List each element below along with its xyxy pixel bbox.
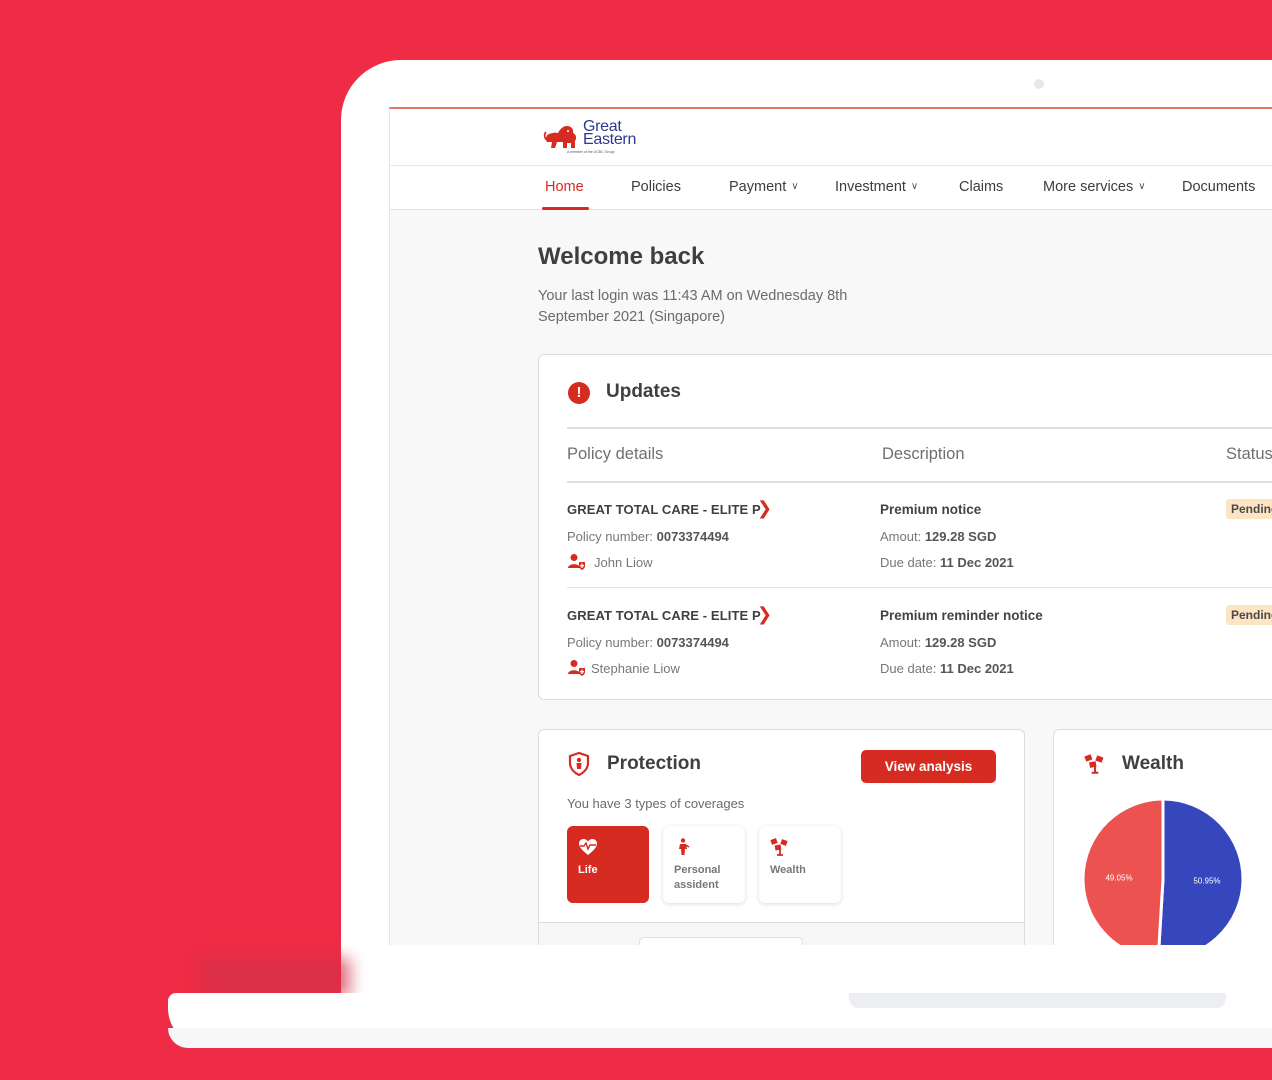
chevron-down-icon: ∨ — [910, 181, 919, 192]
lion-icon — [543, 126, 577, 148]
wealth-title: Wealth — [1122, 753, 1184, 774]
policy-number-value: 0073374494 — [656, 635, 729, 650]
nav-investment[interactable]: Investment ∨ — [835, 179, 918, 195]
coverage-subtitle: You have 3 types of coverages — [567, 796, 745, 811]
pie-slice-label: 49.05% — [1105, 874, 1132, 883]
due-date-value: 11 Dec 2021 — [940, 555, 1014, 570]
nav-claims-label: Claims — [959, 179, 1004, 195]
coverage-tile-life[interactable]: Life — [567, 826, 649, 903]
chevron-right-icon[interactable]: ❯ — [757, 498, 772, 519]
money-tree-icon — [1084, 754, 1104, 774]
brand-name-line2: Eastern — [583, 131, 637, 148]
insured-name: John Liow — [594, 555, 653, 570]
protection-title: Protection — [607, 753, 701, 774]
last-login-text: Your last login was 11:43 AM on Wednesda… — [538, 288, 848, 325]
description-title: Premium reminder notice — [880, 608, 1043, 623]
updates-title: Updates — [606, 381, 681, 402]
insured-name: Stephanie Liow — [591, 661, 680, 676]
insured-person-icon — [568, 660, 585, 676]
coverage-label: Personal assident — [674, 864, 721, 891]
chevron-down-icon: ∨ — [791, 181, 799, 192]
protection-card-footer — [539, 922, 1024, 945]
person-icon — [679, 838, 690, 855]
alert-icon: ! — [568, 382, 590, 404]
description-title: Premium notice — [880, 502, 982, 517]
divider — [567, 481, 1272, 483]
laptop-base-edge — [168, 1028, 1272, 1048]
coverage-tile-personal-accident[interactable]: Personal assident — [663, 826, 745, 903]
chevron-right-icon[interactable]: ❯ — [757, 604, 772, 625]
pie-slice-label: 50.95% — [1193, 876, 1220, 885]
col-status: Status — [1226, 445, 1272, 463]
policy-number: Policy number: 0073374494 — [567, 529, 729, 544]
view-analysis-button[interactable]: View analysis — [861, 750, 996, 783]
coverage-tile-wealth[interactable]: Wealth — [759, 826, 841, 903]
nav-documents[interactable]: Documents — [1182, 179, 1255, 195]
amount-label: Amout: — [880, 529, 922, 544]
policy-number-value: 0073374494 — [656, 529, 729, 544]
app-screen: Great Eastern A member of the OCBC Group… — [389, 107, 1272, 945]
insured-person-icon — [568, 554, 585, 570]
wealth-pie-chart: 50.95% 49.05% — [1081, 797, 1245, 945]
amount-label: Amout: — [880, 635, 922, 650]
updates-card: ! Updates Policy details Description Sta… — [538, 354, 1272, 700]
nav-more-services[interactable]: More services ∨ — [1043, 179, 1146, 195]
amount-value: 129.28 SGD — [924, 529, 997, 544]
heart-pulse-icon — [579, 839, 597, 855]
coverage-label: Wealth — [770, 864, 806, 876]
due-date-label: Due date: — [880, 661, 937, 676]
amount: Amout: 129.28 SGD — [880, 635, 996, 650]
nav-documents-label: Documents — [1182, 179, 1256, 195]
policy-number-label: Policy number: — [567, 635, 653, 650]
nav-policies[interactable]: Policies — [631, 179, 681, 195]
nav-more-services-label: More services — [1043, 179, 1134, 195]
due-date: Due date: 11 Dec 2021 — [880, 661, 1014, 676]
row-divider — [567, 587, 1272, 588]
nav-payment[interactable]: Payment ∨ — [729, 179, 799, 195]
coverage-label: Life — [578, 864, 598, 876]
col-policy-details: Policy details — [567, 445, 664, 463]
due-date-value: 11 Dec 2021 — [940, 661, 1014, 676]
brand-tagline: A member of the OCBC Group — [567, 150, 615, 154]
policy-name[interactable]: GREAT TOTAL CARE - ELITE P — [567, 502, 761, 517]
status-badge: Pending — [1226, 499, 1272, 519]
nav-claims[interactable]: Claims — [959, 179, 1003, 195]
protection-card: Protection View analysis You have 3 type… — [538, 729, 1025, 945]
site-header: Great Eastern A member of the OCBC Group — [390, 109, 1272, 166]
pie-slice[interactable] — [1081, 797, 1165, 945]
wealth-card: Wealth 50.95% 49.05% — [1053, 729, 1272, 945]
due-date-label: Due date: — [880, 555, 937, 570]
brand-name: Great Eastern — [583, 119, 637, 148]
policy-number: Policy number: 0073374494 — [567, 635, 729, 650]
main-nav: Home Policies Payment ∨ Investment ∨ Claim… — [390, 166, 1272, 210]
laptop-trackpad-notch — [849, 993, 1226, 1008]
footer-box — [639, 937, 803, 945]
chevron-down-icon: ∨ — [1138, 181, 1146, 192]
nav-policies-label: Policies — [631, 179, 681, 195]
pie-slice[interactable] — [1157, 797, 1245, 945]
amount: Amout: 129.28 SGD — [880, 529, 996, 544]
col-description: Description — [882, 445, 965, 463]
policy-number-label: Policy number: — [567, 529, 653, 544]
money-tree-icon — [770, 838, 788, 856]
nav-active-indicator — [542, 207, 589, 210]
nav-home[interactable]: Home — [545, 179, 584, 195]
laptop-camera — [1034, 79, 1044, 89]
laptop-shadow — [200, 958, 350, 998]
amount-value: 129.28 SGD — [924, 635, 997, 650]
nav-payment-label: Payment — [729, 179, 787, 195]
policy-name[interactable]: GREAT TOTAL CARE - ELITE P — [567, 608, 761, 623]
nav-investment-label: Investment — [835, 179, 906, 195]
due-date: Due date: 11 Dec 2021 — [880, 555, 1014, 570]
divider — [567, 427, 1272, 429]
page-title: Welcome back — [538, 243, 705, 270]
status-badge: Pending — [1226, 605, 1272, 625]
nav-home-label: Home — [545, 179, 584, 195]
brand-logo[interactable]: Great Eastern A member of the OCBC Group — [543, 119, 637, 157]
shield-icon — [568, 752, 590, 776]
